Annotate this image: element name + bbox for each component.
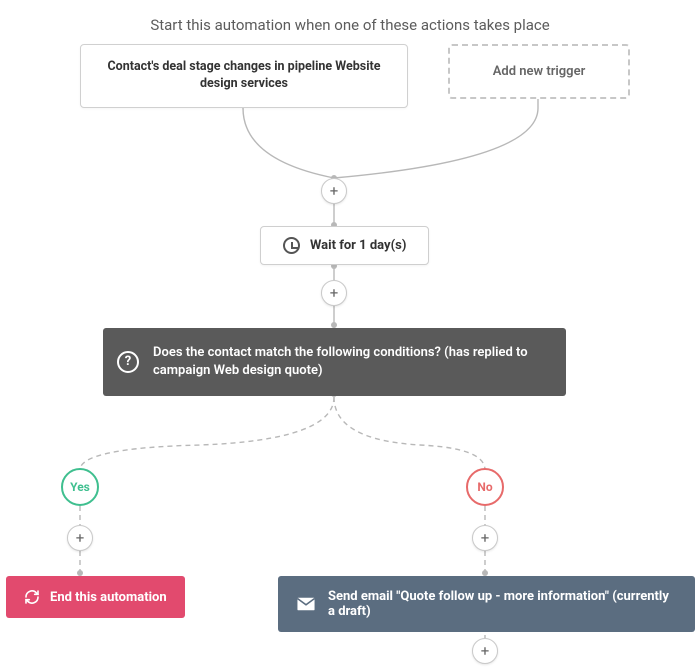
plus-icon: + <box>330 286 339 301</box>
condition-step[interactable]: ? Does the contact match the following c… <box>103 328 566 396</box>
condition-text: Does the contact match the following con… <box>153 345 528 378</box>
add-trigger-label: Add new trigger <box>493 64 586 79</box>
send-email-action[interactable]: Send email "Quote follow up - more infor… <box>278 576 695 632</box>
question-icon: ? <box>117 351 139 373</box>
no-label: No <box>477 480 492 494</box>
yes-label: Yes <box>70 480 90 494</box>
mail-icon <box>296 597 316 611</box>
plus-icon: + <box>481 531 490 546</box>
wait-step[interactable]: Wait for 1 day(s) <box>260 226 429 265</box>
add-trigger-button[interactable]: Add new trigger <box>448 44 630 99</box>
send-email-label: Send email "Quote follow up - more infor… <box>328 589 677 619</box>
trigger-text: Contact's deal stage changes in pipeline… <box>107 59 380 91</box>
wait-label: Wait for 1 day(s) <box>310 238 406 253</box>
branch-no[interactable]: No <box>466 468 504 506</box>
end-automation-action[interactable]: End this automation <box>6 576 185 618</box>
add-step-button[interactable]: + <box>472 638 498 664</box>
clock-icon <box>283 237 300 254</box>
plus-icon: + <box>76 531 85 546</box>
plus-icon: + <box>330 184 339 199</box>
end-automation-label: End this automation <box>50 590 167 605</box>
plus-icon: + <box>481 644 490 659</box>
page-title: Start this automation when one of these … <box>0 16 700 34</box>
add-step-button[interactable]: + <box>321 280 347 306</box>
branch-yes[interactable]: Yes <box>61 468 99 506</box>
refresh-icon <box>24 589 40 605</box>
add-step-button[interactable]: + <box>67 525 93 551</box>
add-step-button[interactable]: + <box>472 525 498 551</box>
trigger-card[interactable]: Contact's deal stage changes in pipeline… <box>80 44 408 108</box>
add-step-button[interactable]: + <box>321 178 347 204</box>
